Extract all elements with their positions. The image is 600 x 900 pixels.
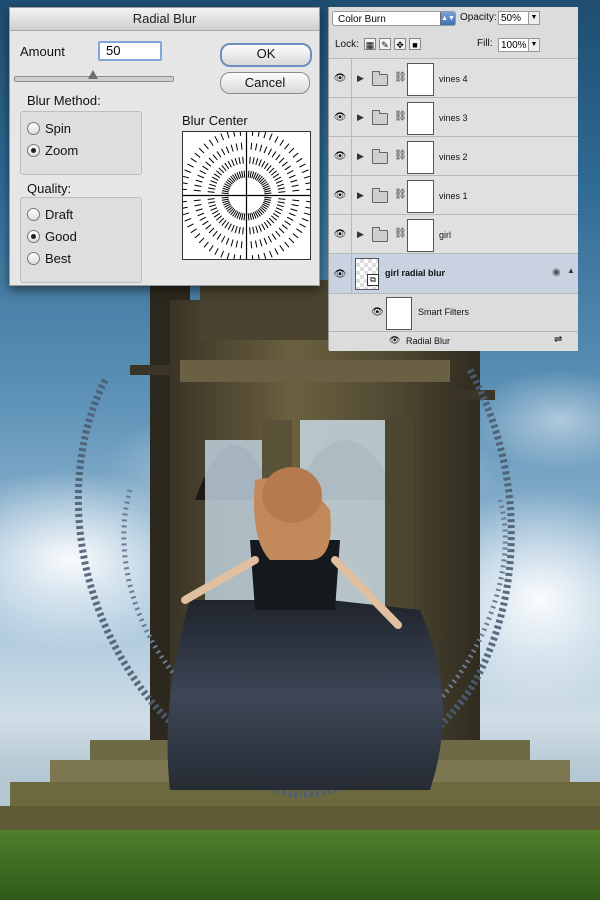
radio-draft[interactable]: Draft (27, 204, 73, 224)
lock-all-icon[interactable]: ■ (409, 38, 421, 50)
chevron-updown-icon[interactable]: ▲▼ (440, 12, 455, 25)
link-icon: ⛓ (394, 228, 407, 239)
lock-icons: ▦ ✎ ✥ ■ (364, 38, 421, 50)
filter-name: Radial Blur (406, 336, 451, 346)
quality-label: Quality: (27, 181, 72, 196)
smart-filters-label: Smart Filters (418, 307, 470, 317)
fill-field[interactable]: 100% ▼ (498, 38, 540, 52)
amount-slider-thumb[interactable] (88, 70, 98, 79)
blur-center-label: Blur Center (182, 113, 248, 128)
smart-filters-row[interactable]: 👁 Smart Filters (329, 293, 578, 332)
blend-mode-select[interactable]: Color Burn ▲▼ (332, 11, 456, 26)
fill-dropdown-icon[interactable]: ▼ (528, 39, 539, 51)
layers-panel: Color Burn ▲▼ Opacity: 50% ▼ Lock: ▦ ✎ ✥… (328, 7, 578, 351)
fill-value: 100% (501, 40, 527, 51)
expand-triangle-icon[interactable]: ▶ (357, 229, 364, 240)
radio-zoom[interactable]: Zoom (27, 140, 78, 160)
lock-move-icon[interactable]: ✥ (394, 38, 406, 50)
amount-input[interactable]: 50 (98, 41, 162, 61)
radio-best[interactable]: Best (27, 248, 71, 268)
opacity-value: 50% (501, 13, 522, 24)
smart-object-icon: ⧉ (367, 274, 379, 286)
blending-options-icon[interactable]: ⇌ (554, 334, 562, 345)
layer-name: vines 4 (439, 74, 468, 84)
folder-icon (372, 110, 388, 125)
layer-row-vines-1[interactable]: 👁 ▶ ⛓ vines 1 (329, 175, 578, 215)
expand-triangle-icon[interactable]: ▶ (357, 73, 364, 84)
folder-icon (372, 227, 388, 242)
amount-label: Amount (20, 44, 65, 59)
radio-best-label: Best (45, 250, 72, 266)
link-icon: ⛓ (394, 111, 407, 122)
link-icon: ⛓ (394, 72, 407, 83)
blur-method-group: Spin Zoom (20, 111, 142, 175)
layer-mask-thumbnail[interactable] (407, 102, 434, 135)
cancel-button[interactable]: Cancel (220, 72, 310, 94)
dialog-title: Radial Blur (10, 8, 319, 31)
eye-icon[interactable]: 👁 (389, 335, 400, 346)
layer-mask-thumbnail[interactable] (407, 63, 434, 96)
eye-icon[interactable]: 👁 (329, 176, 352, 215)
blur-center-preview[interactable] (179, 128, 314, 263)
filter-row-radial-blur[interactable]: 👁 Radial Blur ⇌ (329, 331, 578, 351)
collapse-triangle-icon[interactable]: ▲ (567, 266, 575, 275)
radio-spin-button[interactable] (27, 121, 40, 135)
layer-name: vines 2 (439, 152, 468, 162)
expand-triangle-icon[interactable]: ▶ (357, 112, 364, 123)
zoom-burst-preview (179, 128, 314, 263)
layer-row-vines-3[interactable]: 👁 ▶ ⛓ vines 3 (329, 97, 578, 137)
folder-icon (372, 188, 388, 203)
folder-icon (372, 71, 388, 86)
eye-icon[interactable]: 👁 (329, 59, 352, 98)
fill-label: Fill: (477, 38, 493, 49)
radio-good-label: Good (45, 228, 77, 244)
lock-paint-icon[interactable]: ✎ (379, 38, 391, 50)
radio-draft-button[interactable] (27, 207, 40, 221)
eye-icon[interactable]: 👁 (329, 215, 352, 254)
quality-group: Draft Good Best (20, 197, 142, 283)
ok-button[interactable]: OK (220, 43, 312, 67)
radio-spin[interactable]: Spin (27, 118, 71, 138)
eye-icon[interactable]: 👁 (329, 98, 352, 137)
lock-label: Lock: (335, 39, 359, 50)
radio-spin-label: Spin (45, 120, 72, 136)
layer-row-vines-4[interactable]: 👁 ▶ ⛓ vines 4 (329, 58, 578, 98)
layer-row-vines-2[interactable]: 👁 ▶ ⛓ vines 2 (329, 136, 578, 176)
layer-row-girl-radial-blur[interactable]: 👁 ⧉ girl radial blur ◉ ▲ (329, 253, 578, 294)
radio-good[interactable]: Good (27, 226, 77, 246)
eye-icon[interactable]: 👁 (329, 137, 352, 176)
radio-draft-label: Draft (45, 206, 74, 222)
dialog-body: Amount 50 OK Cancel Blur Method: Spin Zo… (10, 31, 319, 285)
radio-zoom-label: Zoom (45, 142, 79, 158)
opacity-field[interactable]: 50% ▼ (498, 11, 540, 25)
layer-name: vines 3 (439, 113, 468, 123)
link-icon: ⛓ (394, 150, 407, 161)
lock-transparent-icon[interactable]: ▦ (364, 38, 376, 50)
opacity-label: Opacity: (460, 12, 497, 23)
radio-zoom-button[interactable] (27, 143, 40, 157)
radio-best-button[interactable] (27, 251, 40, 265)
eye-icon[interactable]: 👁 (371, 307, 384, 318)
radio-good-button[interactable] (27, 229, 40, 243)
expand-triangle-icon[interactable]: ▶ (357, 190, 364, 201)
blur-method-label: Blur Method: (27, 93, 101, 108)
layer-mask-thumbnail[interactable] (407, 219, 434, 252)
layer-row-girl[interactable]: 👁 ▶ ⛓ girl (329, 214, 578, 254)
opacity-dropdown-icon[interactable]: ▼ (528, 12, 539, 24)
link-icon: ⛓ (394, 189, 407, 200)
smart-filter-options-icon[interactable]: ◉ (552, 267, 561, 278)
eye-icon[interactable]: 👁 (329, 254, 352, 294)
layer-mask-thumbnail[interactable] (407, 141, 434, 174)
expand-triangle-icon[interactable]: ▶ (357, 151, 364, 162)
layer-name: girl (439, 230, 452, 240)
radial-blur-dialog: Radial Blur Amount 50 OK Cancel Blur Met… (9, 7, 320, 286)
layer-name: vines 1 (439, 191, 468, 201)
folder-icon (372, 149, 388, 164)
filter-mask-thumbnail[interactable] (386, 297, 412, 330)
blend-mode-value: Color Burn (338, 14, 386, 25)
layer-name: girl radial blur (385, 268, 446, 278)
layer-mask-thumbnail[interactable] (407, 180, 434, 213)
